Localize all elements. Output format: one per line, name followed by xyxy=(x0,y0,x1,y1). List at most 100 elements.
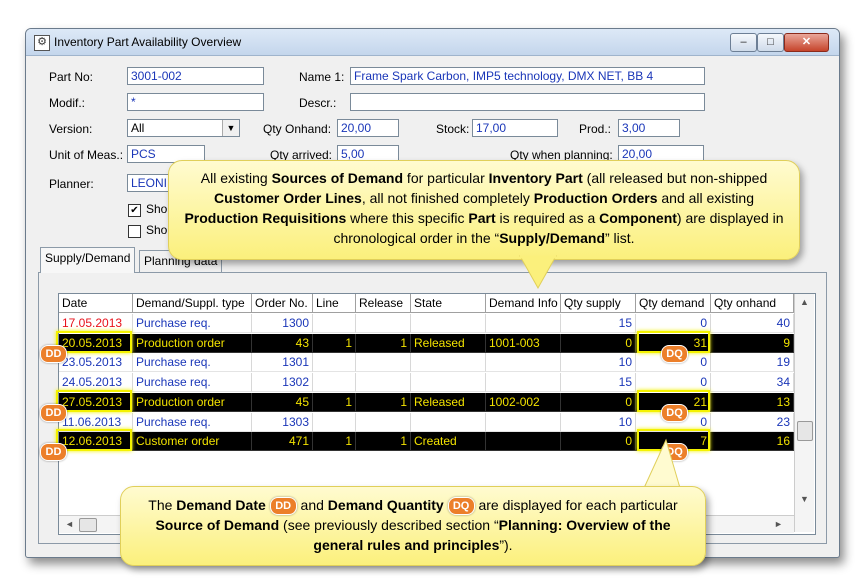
col-line-cell: 1 xyxy=(313,392,356,412)
bottom-callout-pointer xyxy=(643,438,681,489)
col-line-cell xyxy=(313,353,356,373)
minimize-button[interactable]: – xyxy=(730,33,757,52)
callout-bottom-text-2: and xyxy=(300,497,328,513)
col-demand-info-cell xyxy=(486,353,561,373)
col-qty-supply-cell: 15 xyxy=(561,373,636,393)
col-order-no-cell: 1303 xyxy=(252,412,313,432)
col-state-cell: Released xyxy=(411,392,486,412)
window-title: Inventory Part Availability Overview xyxy=(54,35,242,49)
col-qty-supply-cell: 0 xyxy=(561,333,636,353)
dd-badge: DD xyxy=(40,443,67,462)
modif-label: Modif.: xyxy=(49,96,86,110)
callout-top-text-4: , all not finished completely xyxy=(361,190,534,206)
dq-badge: DQ xyxy=(661,403,688,422)
col-demand-info-cell xyxy=(486,412,561,432)
col-type-cell: Purchase req. xyxy=(133,353,252,373)
callout-top-text-6: where this specific xyxy=(346,210,469,226)
scroll-down-icon[interactable]: ▼ xyxy=(800,494,809,504)
descr-field[interactable] xyxy=(350,93,705,111)
scroll-left-icon[interactable]: ◄ xyxy=(65,519,74,529)
col-release-cell: 1 xyxy=(356,392,411,412)
top-callout-pointer xyxy=(519,255,557,290)
title-bar: ⚙ Inventory Part Availability Overview –… xyxy=(26,29,839,56)
prod-label: Prod.: xyxy=(579,122,612,136)
version-select[interactable]: All ▼ xyxy=(127,119,240,137)
col-qty-supply-cell: 0 xyxy=(561,392,636,412)
show-checkbox-1[interactable]: ✔ xyxy=(128,204,141,217)
prod-field[interactable]: 3,00 xyxy=(618,119,680,137)
col-state-cell xyxy=(411,314,486,333)
col-state-cell xyxy=(411,373,486,393)
vertical-scrollbar[interactable]: ▲ ▼ xyxy=(794,294,814,532)
dd-badge: DD xyxy=(40,344,67,363)
callout-bottom-text-5: ”). xyxy=(499,537,513,554)
version-select-value: All xyxy=(131,121,145,135)
header-col-release[interactable]: Release xyxy=(356,294,411,313)
show-checkbox-1-label: Sho xyxy=(146,202,168,216)
col-type-cell: Production order xyxy=(133,392,252,412)
col-state-cell: Released xyxy=(411,333,486,353)
maximize-button[interactable]: □ xyxy=(757,33,784,52)
scroll-up-icon[interactable]: ▲ xyxy=(800,297,809,307)
col-state-cell xyxy=(411,353,486,373)
col-demand-info-cell xyxy=(486,373,561,393)
callout-top-text-2: for particular xyxy=(403,170,489,186)
callout-bottom-bold-1: Demand Date xyxy=(176,497,266,513)
callout-bottom-bold-2: Demand Quantity xyxy=(327,497,444,513)
col-line-cell xyxy=(313,314,356,333)
col-release-cell xyxy=(356,353,411,373)
col-state-cell xyxy=(411,412,486,432)
version-label: Version: xyxy=(49,122,93,136)
col-qty-onhand-cell: 19 xyxy=(711,353,794,373)
col-line-cell xyxy=(313,373,356,393)
vertical-scroll-thumb[interactable] xyxy=(797,421,813,441)
header-col-type[interactable]: Demand/Suppl. type xyxy=(133,294,252,313)
col-release-cell: 1 xyxy=(356,333,411,353)
callout-top-bold-1: Sources of Demand xyxy=(271,170,404,186)
col-state-cell: Created xyxy=(411,432,486,452)
col-demand-info-cell: 1002-002 xyxy=(486,392,561,412)
header-col-line[interactable]: Line xyxy=(313,294,356,313)
name1-label: Name 1: xyxy=(299,70,345,84)
header-col-qty-supply[interactable]: Qty supply xyxy=(561,294,636,313)
col-date-cell: 23.05.2013 xyxy=(59,353,133,373)
part-no-field[interactable]: 3001-002 xyxy=(127,67,264,85)
qty-onhand-label: Qty Onhand: xyxy=(263,122,332,136)
col-release-cell: 1 xyxy=(356,432,411,452)
demand-date-highlight xyxy=(56,330,132,353)
bottom-callout: The Demand Date DD and Demand Quantity D… xyxy=(120,486,706,566)
callout-top-text-3: (all released but non-shipped xyxy=(582,170,768,186)
modif-field[interactable]: * xyxy=(127,93,264,111)
uom-label: Unit of Meas.: xyxy=(49,148,124,162)
horizontal-scroll-thumb[interactable] xyxy=(79,518,97,532)
header-col-state[interactable]: State xyxy=(411,294,486,313)
header-col-demand-info[interactable]: Demand Info xyxy=(486,294,561,313)
callout-top-bold-4: Production Orders xyxy=(533,190,658,206)
callout-bottom-text-3: are displayed for each particular xyxy=(478,497,678,513)
show-checkbox-2[interactable] xyxy=(128,225,141,238)
qty-onhand-field[interactable]: 20,00 xyxy=(337,119,399,137)
stock-field[interactable]: 17,00 xyxy=(472,119,558,137)
col-qty-onhand-cell: 34 xyxy=(711,373,794,393)
header-col-qty-demand[interactable]: Qty demand xyxy=(636,294,711,313)
name1-field[interactable]: Frame Spark Carbon, IMP5 technology, DMX… xyxy=(350,67,705,85)
close-button[interactable]: ✕ xyxy=(784,33,829,52)
tab-supply-demand[interactable]: Supply/Demand xyxy=(40,247,136,273)
col-qty-onhand-cell: 23 xyxy=(711,412,794,432)
col-type-cell: Purchase req. xyxy=(133,314,252,333)
demand-date-highlight xyxy=(56,429,132,452)
callout-bottom-bold-3: Source of Demand xyxy=(155,517,280,534)
header-col-qty-onhand[interactable]: Qty onhand xyxy=(711,294,794,313)
header-col-date[interactable]: Date xyxy=(59,294,133,313)
top-callout: All existing Sources of Demand for parti… xyxy=(168,160,800,260)
col-type-cell: Purchase req. xyxy=(133,412,252,432)
callout-dd-badge: DD xyxy=(269,497,297,516)
callout-dq-badge: DQ xyxy=(447,497,475,516)
chevron-down-icon[interactable]: ▼ xyxy=(222,120,239,136)
window-app-icon: ⚙ xyxy=(34,35,50,51)
scroll-right-icon[interactable]: ► xyxy=(774,519,783,529)
header-col-order-no[interactable]: Order No. xyxy=(252,294,313,313)
col-qty-onhand-cell: 9 xyxy=(711,333,794,353)
col-qty-supply-cell: 0 xyxy=(561,432,636,452)
callout-top-bold-8: Supply/Demand xyxy=(499,230,605,246)
